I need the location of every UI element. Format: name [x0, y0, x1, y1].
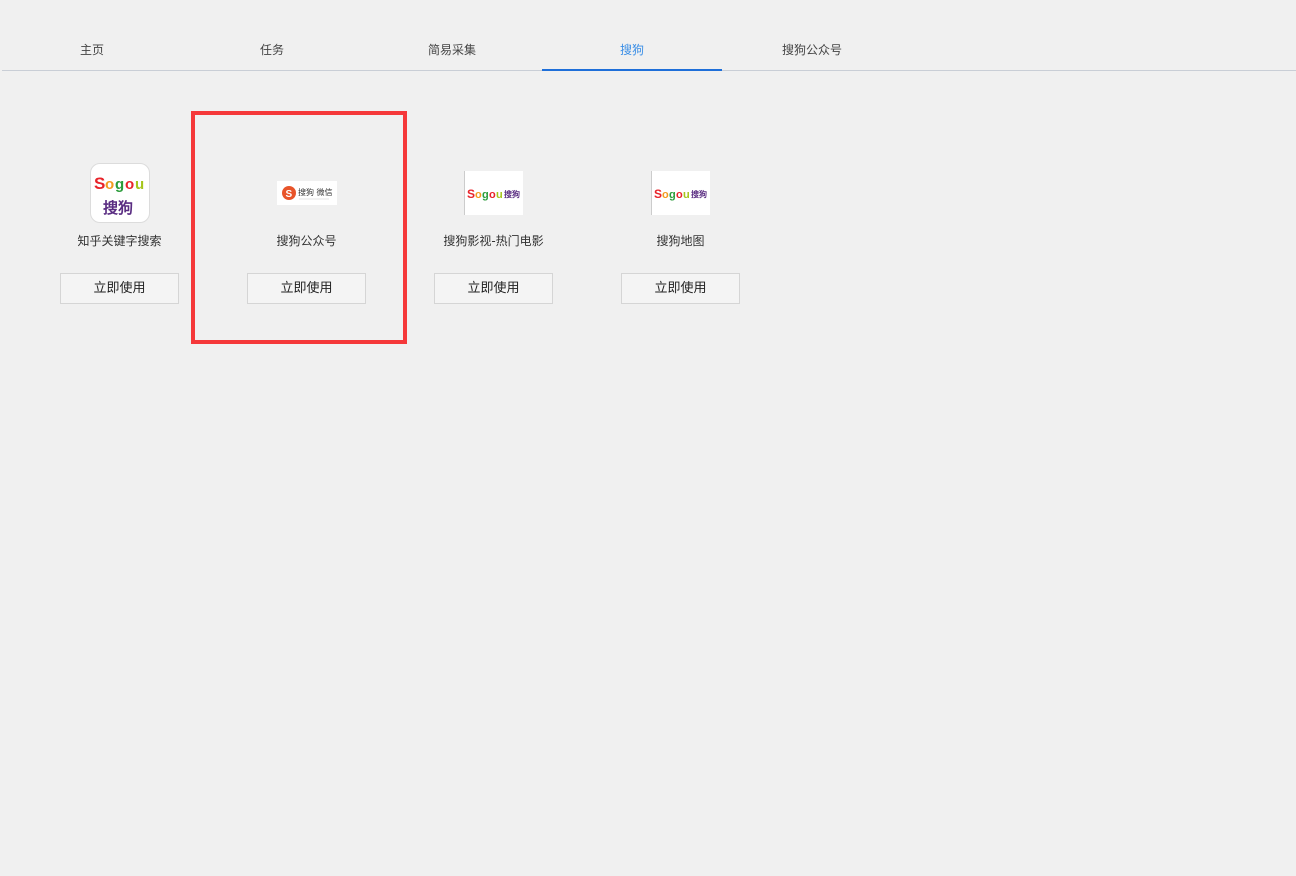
svg-text:o: o	[105, 176, 114, 193]
svg-text:u: u	[496, 189, 503, 201]
svg-text:S: S	[285, 189, 292, 200]
template-card: S o g o u 搜狗 知乎关键字搜索 立即使用	[26, 160, 213, 310]
template-logo: S o g o u 搜狗	[587, 160, 774, 226]
sogou-wordmark-logo: S o g o u 搜狗	[464, 171, 523, 215]
svg-text:搜狗: 搜狗	[691, 189, 707, 199]
svg-text:o: o	[125, 176, 134, 193]
tab-bar: 主页 任务 简易采集 搜狗 搜狗公众号	[2, 30, 1296, 71]
template-logo: S 搜狗 微信	[213, 160, 400, 226]
svg-text:o: o	[489, 189, 496, 201]
use-now-button[interactable]: 立即使用	[434, 273, 553, 304]
svg-text:S: S	[94, 174, 105, 193]
template-title: 搜狗公众号	[276, 234, 337, 248]
template-card: S o g o u 搜狗 搜狗地图 立即使用	[587, 160, 774, 310]
svg-text:S: S	[654, 187, 662, 201]
tab-sogou[interactable]: 搜狗	[542, 30, 722, 71]
template-logo: S o g o u 搜狗	[26, 160, 213, 226]
template-card: S 搜狗 微信 搜狗公众号 立即使用	[213, 160, 400, 310]
use-now-button[interactable]: 立即使用	[247, 273, 366, 304]
svg-text:o: o	[676, 189, 683, 201]
tab-sogou-official-account[interactable]: 搜狗公众号	[722, 30, 902, 70]
svg-text:搜狗 微信: 搜狗 微信	[298, 187, 333, 197]
svg-text:搜狗: 搜狗	[504, 189, 520, 199]
svg-text:g: g	[115, 176, 124, 193]
use-now-button[interactable]: 立即使用	[60, 273, 179, 304]
tab-home[interactable]: 主页	[2, 30, 182, 70]
svg-text:u: u	[135, 176, 144, 193]
svg-text:o: o	[662, 189, 669, 201]
svg-text:u: u	[683, 189, 690, 201]
svg-text:搜狗: 搜狗	[103, 199, 133, 217]
template-title: 搜狗影视-热门电影	[443, 234, 544, 248]
svg-text:S: S	[467, 187, 475, 201]
sogou-wordmark-logo: S o g o u 搜狗	[651, 171, 710, 215]
svg-text:o: o	[475, 189, 482, 201]
svg-text:g: g	[669, 189, 676, 201]
tab-tasks[interactable]: 任务	[182, 30, 362, 70]
use-now-button[interactable]: 立即使用	[621, 273, 740, 304]
template-logo: S o g o u 搜狗	[400, 160, 587, 226]
sogou-app-icon: S o g o u 搜狗	[89, 163, 150, 223]
svg-text:g: g	[482, 189, 489, 201]
template-title: 知乎关键字搜索	[77, 234, 162, 248]
sogou-weixin-logo: S 搜狗 微信	[276, 181, 337, 205]
tab-simple-collect[interactable]: 简易采集	[362, 30, 542, 70]
template-card: S o g o u 搜狗 搜狗影视-热门电影 立即使用	[400, 160, 587, 310]
template-title: 搜狗地图	[656, 234, 705, 248]
